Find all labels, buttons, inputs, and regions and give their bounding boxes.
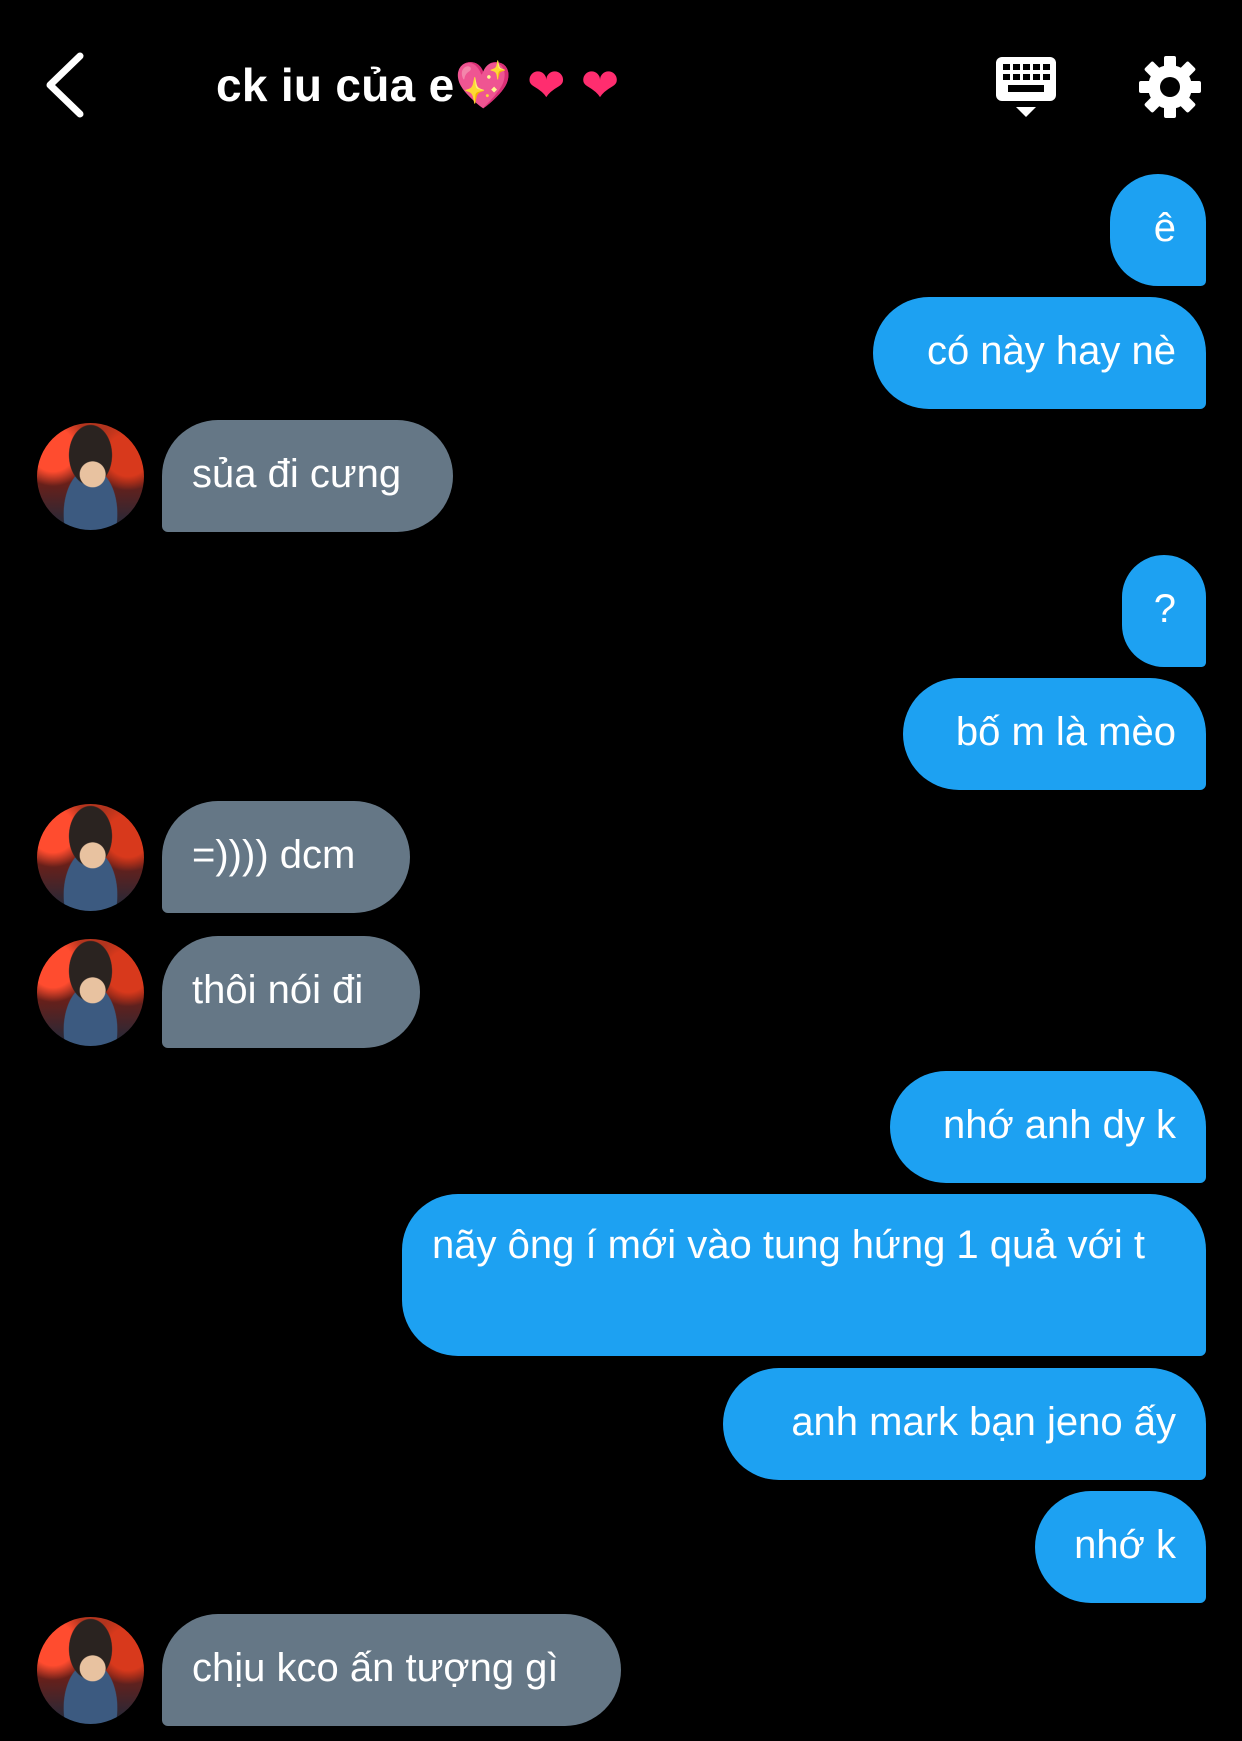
conversation-name: ck iu của e	[216, 59, 455, 111]
title-emojis: 💖 ❤ ❤	[454, 58, 620, 112]
conversation-title: ck iu của e💖 ❤ ❤	[216, 58, 620, 113]
chevron-left-icon	[46, 52, 84, 118]
back-button[interactable]	[40, 50, 90, 120]
incoming-message[interactable]: sủa đi cưng	[162, 420, 453, 532]
settings-button[interactable]	[1138, 55, 1202, 119]
outgoing-message[interactable]: ê	[1110, 174, 1206, 286]
outgoing-message[interactable]: anh mark bạn jeno ấy	[723, 1368, 1206, 1480]
outgoing-message[interactable]: nhớ anh dy k	[890, 1071, 1206, 1183]
incoming-message[interactable]: thôi nói đi	[162, 936, 420, 1048]
contact-avatar[interactable]	[37, 939, 144, 1046]
outgoing-message[interactable]: ?	[1122, 555, 1206, 667]
incoming-message[interactable]: =)))) dcm	[162, 801, 410, 913]
gear-icon	[1139, 56, 1201, 118]
contact-avatar[interactable]	[37, 804, 144, 911]
incoming-message[interactable]: chịu kco ấn tượng gì	[162, 1614, 621, 1726]
outgoing-message[interactable]: nãy ông í mới vào tung hứng 1 quả với t	[402, 1194, 1206, 1356]
outgoing-message[interactable]: có này hay nè	[873, 297, 1206, 409]
outgoing-message[interactable]: bố m là mèo	[903, 678, 1206, 790]
contact-avatar[interactable]	[37, 1617, 144, 1724]
chat-header: ck iu của e💖 ❤ ❤	[0, 0, 1242, 170]
keyboard-button[interactable]	[994, 55, 1058, 119]
keyboard-icon	[996, 57, 1056, 117]
contact-avatar[interactable]	[37, 423, 144, 530]
outgoing-message[interactable]: nhớ k	[1035, 1491, 1206, 1603]
